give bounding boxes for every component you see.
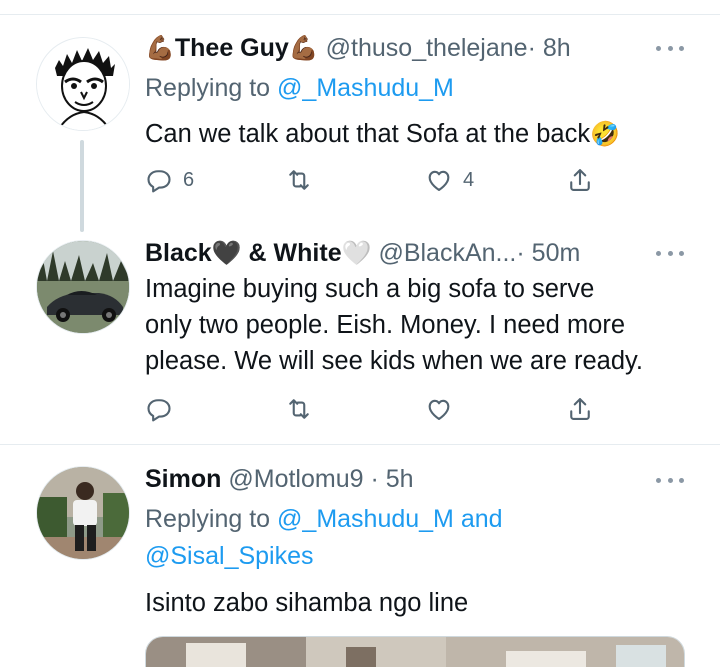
retweet-icon [289, 399, 309, 419]
timestamp[interactable]: · 5h [370, 465, 413, 493]
like-button[interactable]: 4 [425, 166, 474, 194]
replying-line: Replying to @_Mashudu_M [145, 74, 454, 102]
reply-icon [147, 399, 171, 422]
reply-count: 6 [183, 168, 195, 191]
media-photo [146, 637, 684, 667]
like-button[interactable] [425, 395, 453, 423]
tweet-header: 💪🏾Thee Guy💪🏾 @thuso_thelejane· 8h [145, 31, 571, 66]
retweet-button[interactable] [285, 395, 313, 423]
mention-link[interactable]: @_Mashudu_M [277, 505, 454, 533]
share-button[interactable] [566, 395, 594, 423]
avatar-photo [37, 467, 129, 559]
replying-line: Replying to @_Mashudu_M and [145, 505, 503, 533]
user-handle[interactable]: @BlackAn... [378, 239, 516, 267]
share-icon [570, 398, 590, 420]
retweet-icon [289, 170, 309, 190]
retweet-button[interactable] [285, 166, 313, 194]
timestamp[interactable]: · 8h [528, 34, 571, 62]
user-handle[interactable]: @Motlomu9 [228, 465, 363, 493]
share-button[interactable] [566, 166, 594, 194]
display-name[interactable]: 💪🏾Thee Guy💪🏾 [145, 34, 319, 62]
mention-link[interactable]: @Sisal_Spikes [145, 542, 314, 570]
reply-icon [147, 170, 171, 193]
more-icon[interactable] [656, 249, 684, 257]
mention-link[interactable]: @_Mashudu_M [277, 74, 454, 102]
avatar-photo [37, 241, 129, 333]
top-divider [0, 14, 720, 15]
more-icon[interactable] [656, 476, 684, 484]
like-count: 4 [463, 168, 475, 191]
tweet-header: Simon @Motlomu9 · 5h [145, 462, 414, 496]
avatar[interactable] [36, 466, 130, 560]
tweet-text-line: only two people. Eish. Money. I need mor… [145, 311, 626, 339]
user-handle[interactable]: @thuso_thelejane [326, 34, 528, 62]
tweet-text-line: Imagine buying such a big sofa to serve [145, 275, 595, 303]
replying-line-2: @Sisal_Spikes [145, 539, 314, 573]
display-name[interactable]: Black🖤 & White🤍 [145, 239, 372, 267]
reply-button[interactable]: 6 [145, 166, 194, 194]
heart-icon [428, 399, 450, 420]
timestamp[interactable]: · 50m [516, 239, 580, 267]
avatar-illustration [37, 38, 129, 130]
tweet-text-line: please. We will see kids when we are rea… [145, 347, 643, 375]
avatar[interactable] [36, 37, 130, 131]
reply-button[interactable] [145, 395, 173, 423]
thread-line [80, 140, 84, 232]
tweet-text: Isinto zabo sihamba ngo line [145, 589, 469, 617]
tweet-text: Can we talk about that Sofa at the back🤣 [145, 120, 621, 148]
more-icon[interactable] [656, 44, 684, 52]
tweet-divider [0, 444, 720, 445]
avatar[interactable] [36, 240, 130, 334]
heart-icon [428, 170, 450, 191]
tweet-header: Black🖤 & White🤍 @BlackAn...· 50m [145, 236, 580, 271]
display-name[interactable]: Simon [145, 465, 221, 493]
tweet-media[interactable] [145, 636, 685, 667]
replying-and[interactable]: and [461, 505, 503, 533]
share-icon [570, 169, 590, 191]
